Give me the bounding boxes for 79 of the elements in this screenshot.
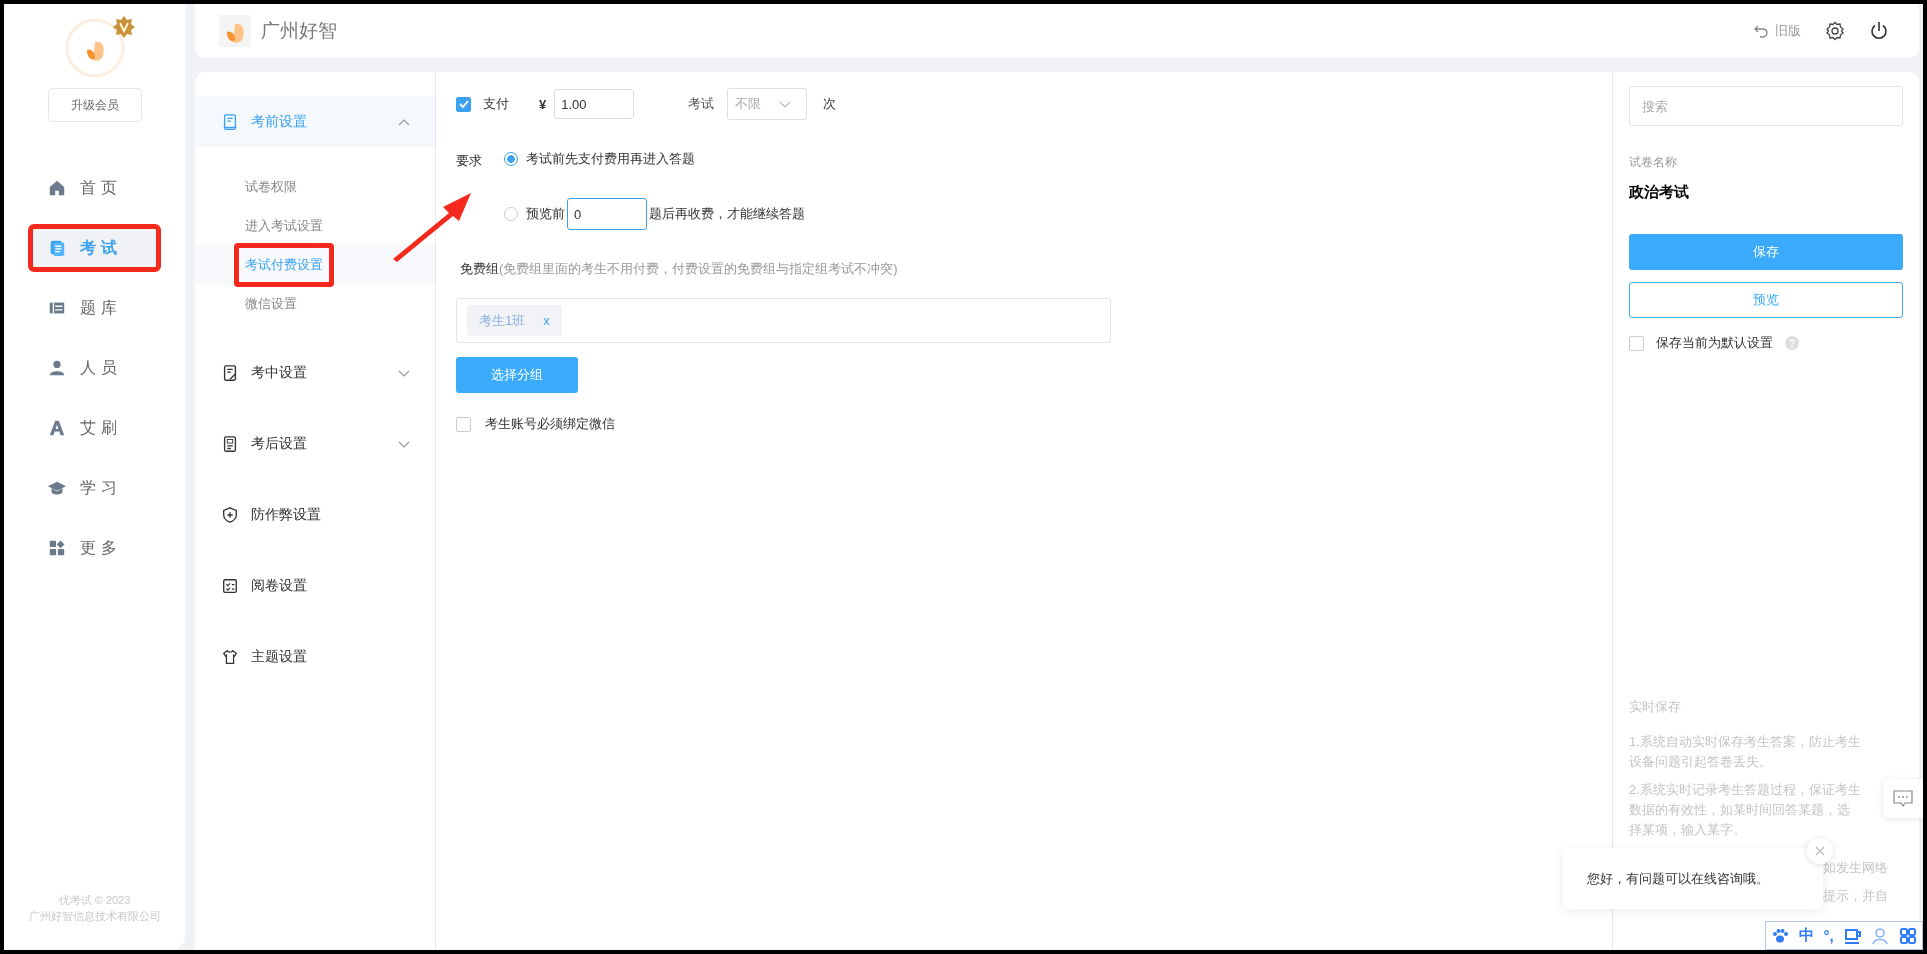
logo-avatar (64, 18, 125, 78)
settings-group[interactable]: 考前设置 (195, 96, 435, 147)
score-sheet-icon (221, 434, 239, 453)
edit-document-icon (221, 363, 239, 382)
document-icon (221, 112, 239, 131)
vip-badge-icon (112, 16, 135, 38)
tag-label: 考生1班 (479, 311, 526, 330)
power-icon[interactable] (1869, 21, 1889, 41)
nav-item[interactable]: 学习 (28, 464, 161, 512)
upgrade-button[interactable]: 升级会员 (47, 88, 142, 122)
apps-icon (48, 539, 66, 557)
settings-group[interactable]: 主题设置 (195, 631, 435, 682)
option-label: 考试前先支付费用再进入答题 (526, 150, 695, 168)
settings-group[interactable]: 阅卷设置 (195, 560, 435, 611)
field-label: 免费组 (460, 261, 499, 276)
help-text: 提示，并自 (1823, 887, 1889, 905)
logo-icon (219, 15, 251, 47)
chat-message: 您好，有问题可以在线咨询哦。 (1587, 869, 1769, 888)
nav-item[interactable]: 人员 (28, 344, 161, 392)
app-title: 广州好智 (261, 19, 337, 43)
checkbox[interactable] (456, 96, 471, 112)
checkbox[interactable] (1629, 335, 1644, 351)
paper-name: 政治考试 (1629, 183, 1690, 202)
ime-key[interactable]: 中 (1798, 926, 1814, 945)
checklist-icon (221, 576, 239, 595)
currency-symbol: ¥ (539, 96, 547, 112)
checkbox-label: 支付 (483, 95, 509, 113)
cup-icon[interactable] (1843, 926, 1862, 945)
group-field[interactable]: 考生1班 x (456, 298, 1111, 343)
checkbox-label: 考生账号必须绑定微信 (485, 415, 615, 433)
paw-icon[interactable] (1770, 926, 1789, 945)
document-icon (48, 239, 66, 257)
settings-item[interactable]: 试卷权限 (245, 173, 297, 200)
old-version-link[interactable]: 旧版 (1753, 22, 1801, 40)
graduation-cap-icon (48, 479, 66, 497)
shield-icon (221, 505, 239, 524)
checkbox-label: 保存当前为默认设置 (1656, 334, 1773, 352)
field-label: 要求 (456, 152, 482, 170)
shirt-icon (221, 647, 239, 666)
home-icon (48, 179, 66, 197)
preview-button[interactable]: 预览 (1629, 282, 1903, 318)
nav-item[interactable]: 艾刷 (28, 404, 161, 452)
help-text: 如发生网络 (1823, 859, 1889, 877)
ime-key[interactable]: °, (1823, 927, 1834, 944)
chat-icon (1893, 789, 1913, 808)
radio-button[interactable] (504, 152, 518, 166)
field-label: 试卷名称 (1629, 154, 1678, 171)
select-group-button[interactable]: 选择分组 (456, 357, 578, 393)
search-field[interactable]: 搜索 (1629, 86, 1903, 126)
help-title: 实时保存 (1629, 698, 1682, 716)
field-label: 考试 (688, 95, 715, 113)
help-icon (1785, 336, 1799, 350)
user-icon[interactable] (1871, 926, 1890, 945)
nav-item[interactable]: 题库 (28, 284, 161, 332)
unit-label: 次 (823, 95, 837, 113)
settings-icon[interactable] (1825, 21, 1845, 41)
undo-icon (1753, 23, 1769, 39)
save-button[interactable]: 保存 (1629, 234, 1903, 270)
checkbox[interactable] (456, 416, 471, 432)
count-field[interactable]: 0 (567, 198, 647, 230)
grid-icon[interactable] (1899, 926, 1918, 945)
option-label: 预览前 (526, 205, 565, 223)
settings-group[interactable]: 考中设置 (195, 347, 435, 398)
settings-item[interactable]: 进入考试设置 (245, 212, 323, 239)
hint-text: (免费组里面的考生不用付费，付费设置的免费组与指定组考试不冲突) (499, 261, 898, 276)
attempts-select[interactable]: 不限 (727, 88, 808, 120)
chat-tab[interactable] (1883, 779, 1923, 818)
person-icon (48, 359, 66, 377)
nav-item[interactable]: 更多 (28, 524, 161, 572)
nav-item[interactable]: 考试 (28, 224, 161, 272)
settings-item[interactable]: 微信设置 (245, 290, 297, 317)
letter-shape-icon (48, 419, 66, 437)
checkmark-icon (457, 98, 470, 110)
option-label: 题后再收费，才能继续答题 (649, 205, 805, 223)
settings-group[interactable]: 考后设置 (195, 418, 435, 469)
nav-item[interactable]: 首页 (28, 164, 161, 212)
price-field[interactable]: 1.00 (554, 89, 635, 119)
settings-group[interactable]: 防作弊设置 (195, 489, 435, 540)
remove-button[interactable]: x (543, 313, 550, 328)
